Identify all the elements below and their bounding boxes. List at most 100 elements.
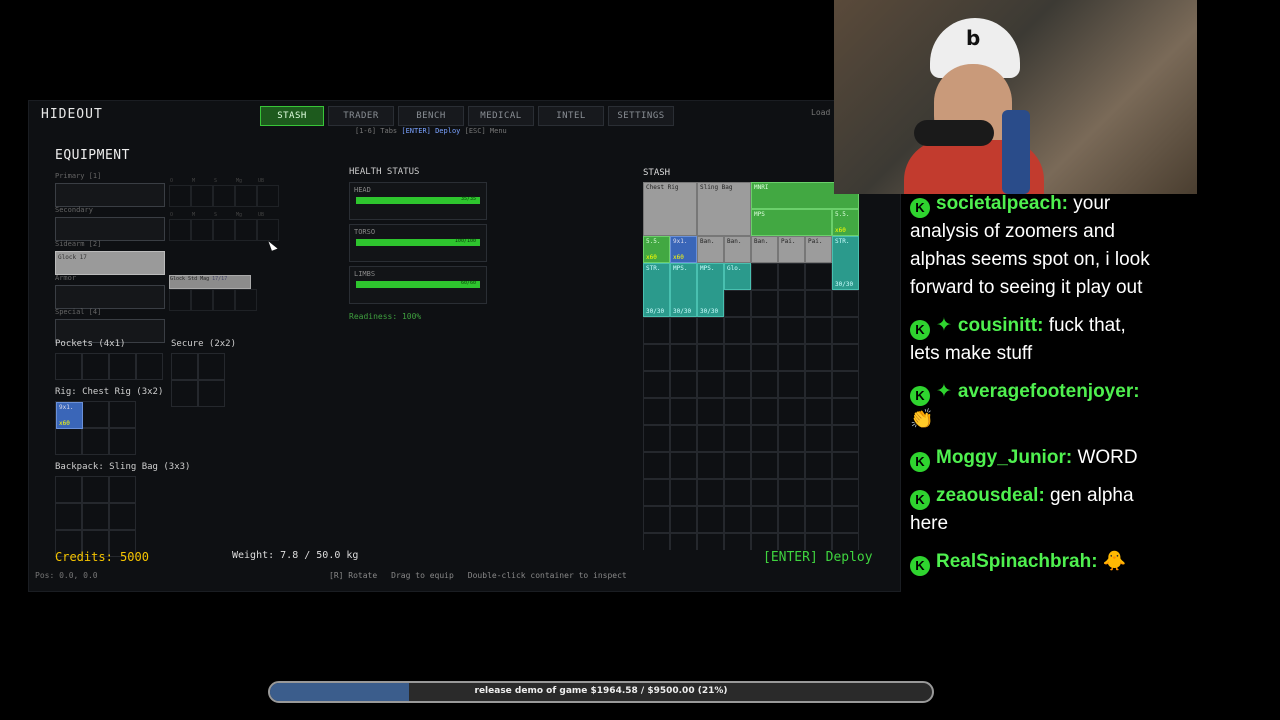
stash-cell[interactable] [724, 317, 751, 344]
stash-item[interactable]: MPS [751, 209, 832, 236]
stash-cell[interactable] [643, 533, 670, 550]
tab-settings[interactable]: SETTINGS [608, 106, 674, 126]
chat-username[interactable]: societalpeach [936, 193, 1062, 214]
stash-item[interactable]: Ban. [724, 236, 751, 263]
tab-trader[interactable]: TRADER [328, 106, 394, 126]
stash-cell[interactable] [805, 506, 832, 533]
stash-cell[interactable] [643, 425, 670, 452]
tab-bench[interactable]: BENCH [398, 106, 464, 126]
grid-cell[interactable] [55, 428, 82, 455]
stash-item[interactable]: STR. 30/30 [832, 236, 859, 290]
stash-cell[interactable] [832, 479, 859, 506]
secondary-mod-slot[interactable] [235, 219, 257, 241]
grid-cell[interactable] [82, 401, 109, 428]
stash-cell[interactable] [751, 317, 778, 344]
stash-item[interactable]: MPS. 30/30 [697, 263, 724, 317]
stash-item[interactable]: Ban. [751, 236, 778, 263]
tab-medical[interactable]: MEDICAL [468, 106, 534, 126]
stash-cell[interactable] [751, 533, 778, 550]
grid-cell[interactable] [109, 428, 136, 455]
primary-slot[interactable] [55, 183, 165, 207]
chat-username[interactable]: Moggy_Junior [936, 447, 1066, 468]
stash-cell[interactable] [724, 344, 751, 371]
backpack-grid[interactable] [55, 476, 136, 557]
grid-cell[interactable] [136, 353, 163, 380]
grid-cell[interactable] [109, 353, 136, 380]
stash-cell[interactable] [724, 506, 751, 533]
chat-username[interactable]: RealSpinachbrah [936, 551, 1091, 572]
stash-cell[interactable] [724, 479, 751, 506]
stash-cell[interactable] [778, 479, 805, 506]
secondary-slot[interactable] [55, 217, 165, 241]
stash-cell[interactable] [778, 263, 805, 290]
primary-mod-slot[interactable] [235, 185, 257, 207]
primary-mod-slot[interactable] [213, 185, 235, 207]
stash-cell[interactable] [832, 344, 859, 371]
secondary-mod-slot[interactable] [191, 219, 213, 241]
stash-cell[interactable] [697, 506, 724, 533]
stash-item[interactable]: Sling Bag [697, 182, 751, 236]
stash-cell[interactable] [670, 371, 697, 398]
primary-mod-slot[interactable] [169, 185, 191, 207]
grid-cell[interactable] [55, 503, 82, 530]
grid-cell[interactable] [109, 401, 136, 428]
stash-cell[interactable] [670, 479, 697, 506]
stash-cell[interactable] [805, 290, 832, 317]
stash-cell[interactable] [751, 263, 778, 290]
sidearm-mod-slot[interactable] [191, 289, 213, 311]
stash-cell[interactable] [643, 452, 670, 479]
stash-cell[interactable] [832, 398, 859, 425]
stash-cell[interactable] [751, 371, 778, 398]
rig-grid[interactable]: 9x1. x60 [55, 401, 136, 455]
stash-cell[interactable] [832, 425, 859, 452]
grid-cell[interactable] [82, 428, 109, 455]
stash-cell[interactable] [670, 344, 697, 371]
stash-cell[interactable] [778, 371, 805, 398]
stash-cell[interactable] [778, 533, 805, 550]
stash-cell[interactable] [643, 506, 670, 533]
stash-cell[interactable] [697, 371, 724, 398]
stash-cell[interactable] [670, 506, 697, 533]
stash-cell[interactable] [805, 344, 832, 371]
stash-cell[interactable] [805, 425, 832, 452]
stash-cell[interactable] [697, 452, 724, 479]
chat-username[interactable]: cousinitt [958, 315, 1037, 336]
stash-cell[interactable] [751, 452, 778, 479]
stash-cell[interactable] [643, 317, 670, 344]
stash-cell[interactable] [670, 425, 697, 452]
stash-cell[interactable] [724, 371, 751, 398]
stash-cell[interactable] [778, 425, 805, 452]
stash-item[interactable]: Ban. [697, 236, 724, 263]
stash-item[interactable]: Pai. [778, 236, 805, 263]
grid-cell[interactable] [171, 380, 198, 407]
grid-cell[interactable] [198, 353, 225, 380]
primary-mod-slot[interactable] [191, 185, 213, 207]
stash-cell[interactable] [832, 452, 859, 479]
stash-cell[interactable] [778, 452, 805, 479]
grid-cell[interactable] [109, 476, 136, 503]
grid-cell[interactable] [82, 353, 109, 380]
stash-cell[interactable] [643, 398, 670, 425]
stash-cell[interactable] [670, 398, 697, 425]
stash-cell[interactable] [805, 263, 832, 290]
sidearm-mod-slot[interactable] [169, 289, 191, 311]
stash-cell[interactable] [643, 344, 670, 371]
stash-cell[interactable] [643, 371, 670, 398]
stash-cell[interactable] [751, 290, 778, 317]
primary-mod-slot[interactable] [257, 185, 279, 207]
sidearm-mod-slot[interactable] [235, 289, 257, 311]
stash-item[interactable]: 9x1. x60 [670, 236, 697, 263]
stash-cell[interactable] [670, 452, 697, 479]
stash-cell[interactable] [805, 398, 832, 425]
stash-item[interactable]: 5.5. x60 [832, 209, 859, 236]
grid-cell[interactable] [55, 476, 82, 503]
tab-stash[interactable]: STASH [260, 106, 324, 126]
stash-panel[interactable]: Chest Rig Sling Bag MNRI MPS 5.5. x60 5.5… [643, 182, 861, 550]
grid-cell[interactable] [82, 503, 109, 530]
stash-cell[interactable] [697, 479, 724, 506]
secure-grid[interactable] [171, 353, 225, 407]
stash-cell[interactable] [751, 425, 778, 452]
stash-item[interactable]: 5.5. x60 [643, 236, 670, 263]
stash-item[interactable]: MPS. 30/30 [670, 263, 697, 317]
stash-cell[interactable] [832, 371, 859, 398]
